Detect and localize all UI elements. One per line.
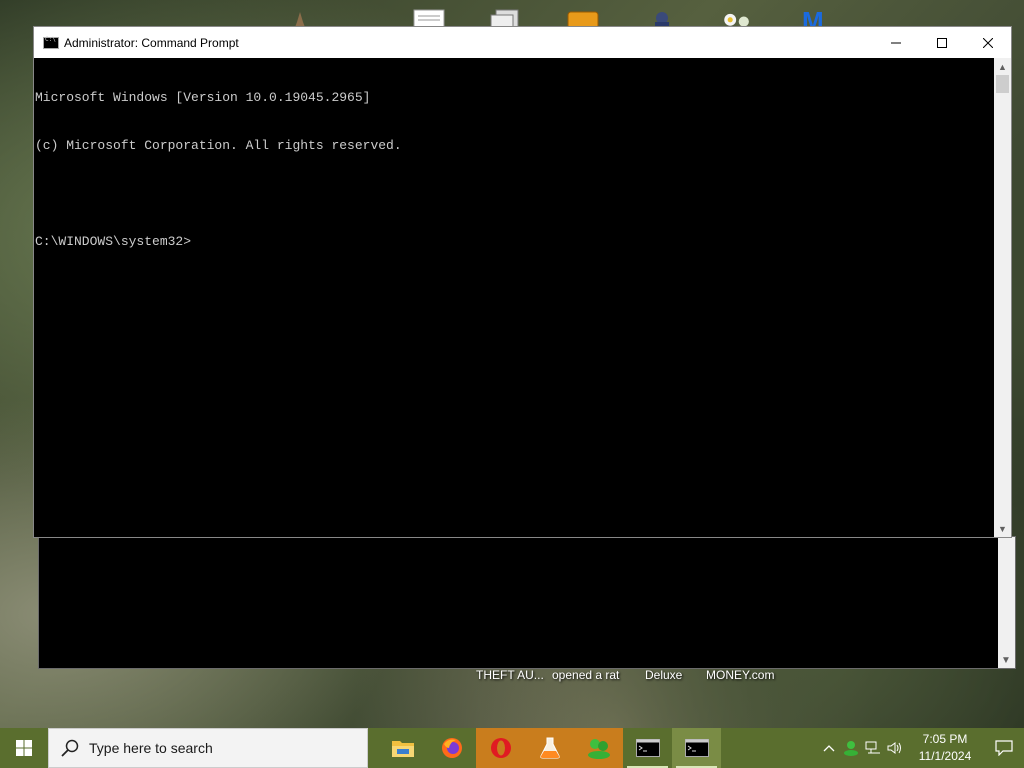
search-icon xyxy=(61,739,79,757)
desktop-label[interactable]: MONEY.com xyxy=(706,668,774,682)
window-controls xyxy=(873,27,1011,58)
scroll-thumb[interactable] xyxy=(996,75,1009,93)
desktop-label[interactable]: opened a rat xyxy=(552,668,619,682)
close-button[interactable] xyxy=(965,27,1011,58)
speaker-icon xyxy=(887,742,901,754)
console-output[interactable]: Microsoft Windows [Version 10.0.19045.29… xyxy=(34,58,994,537)
taskbar-flask-app[interactable] xyxy=(525,728,574,768)
console-prompt[interactable]: C:\WINDOWS\system32> xyxy=(35,234,994,250)
volume-button[interactable] xyxy=(884,728,906,768)
vertical-scrollbar[interactable]: ▲ ▼ xyxy=(994,58,1011,537)
notification-icon xyxy=(995,740,1013,756)
command-prompt-icon xyxy=(684,739,709,757)
cmd-app-icon xyxy=(43,36,59,49)
taskbar-command-prompt-2[interactable] xyxy=(672,728,721,768)
console-line: (c) Microsoft Corporation. All rights re… xyxy=(35,138,402,153)
taskbar-apps xyxy=(378,728,721,768)
clock-time: 7:05 PM xyxy=(922,732,968,746)
tray-app-button[interactable] xyxy=(840,728,862,768)
close-icon xyxy=(983,37,993,48)
taskbar-file-explorer[interactable] xyxy=(378,728,427,768)
firefox-icon xyxy=(441,738,462,758)
scroll-down-icon[interactable]: ▼ xyxy=(1001,655,1011,666)
taskbar: Type here to search 7:05 PM 11/1/2024 xyxy=(0,728,1024,768)
green-people-app-icon xyxy=(587,739,610,759)
scroll-down-icon[interactable]: ▼ xyxy=(994,520,1011,537)
minimize-icon xyxy=(891,42,901,43)
taskbar-opera[interactable] xyxy=(476,728,525,768)
flask-app-icon xyxy=(539,737,560,759)
action-center-button[interactable] xyxy=(984,728,1024,768)
background-console-window[interactable]: ▼ xyxy=(38,536,1016,669)
maximize-button[interactable] xyxy=(919,27,965,58)
file-explorer-icon xyxy=(391,741,414,757)
taskbar-firefox[interactable] xyxy=(427,728,476,768)
command-prompt-window[interactable]: Administrator: Command Prompt Microsoft … xyxy=(33,26,1012,538)
green-person-icon xyxy=(844,741,858,756)
background-scrollbar[interactable]: ▼ xyxy=(998,537,1015,668)
chevron-up-icon xyxy=(823,745,835,752)
network-icon xyxy=(865,741,880,754)
clock-date: 11/1/2024 xyxy=(918,749,972,763)
desktop-label[interactable]: Deluxe xyxy=(645,668,682,682)
console-line: Microsoft Windows [Version 10.0.19045.29… xyxy=(35,90,371,105)
opera-icon xyxy=(490,738,511,758)
taskbar-green-people-app[interactable] xyxy=(574,728,623,768)
start-button[interactable] xyxy=(0,728,48,768)
search-placeholder: Type here to search xyxy=(89,740,213,756)
network-button[interactable] xyxy=(862,728,884,768)
system-tray: 7:05 PM 11/1/2024 xyxy=(818,728,1024,768)
desktop-label[interactable]: THEFT AU... xyxy=(476,668,544,682)
scroll-up-icon[interactable]: ▲ xyxy=(994,58,1011,75)
taskbar-search-box[interactable]: Type here to search xyxy=(48,728,368,768)
minimize-button[interactable] xyxy=(873,27,919,58)
taskbar-clock[interactable]: 7:05 PM 11/1/2024 xyxy=(906,731,984,765)
title-bar[interactable]: Administrator: Command Prompt xyxy=(34,27,1011,58)
command-prompt-icon xyxy=(635,739,660,757)
window-title: Administrator: Command Prompt xyxy=(64,35,239,50)
show-hidden-icons-button[interactable] xyxy=(818,728,840,768)
taskbar-command-prompt-1[interactable] xyxy=(623,728,672,768)
windows-logo-icon xyxy=(16,740,32,756)
maximize-icon xyxy=(937,37,947,48)
